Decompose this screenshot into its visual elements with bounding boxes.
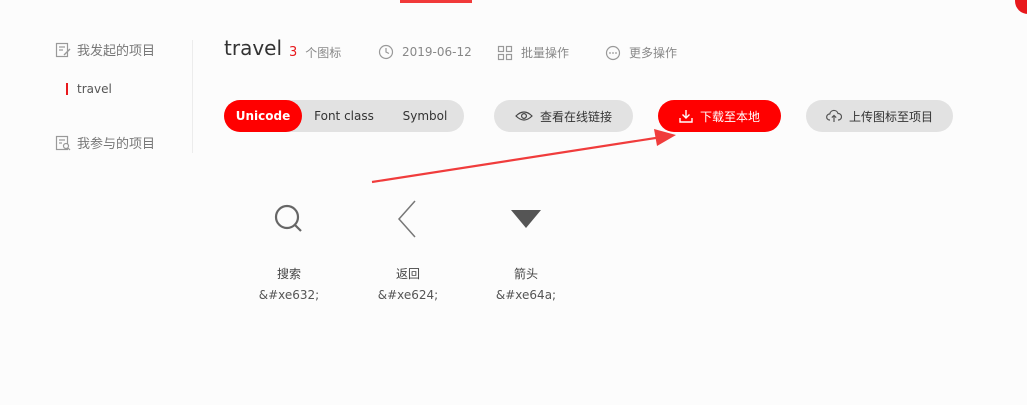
icon-code: &#xe64a; [495,288,557,302]
icon-code: &#xe632; [258,288,320,302]
back-icon [397,200,416,238]
icon-card-back[interactable]: 返回 &#xe624; [368,195,448,302]
icon-name: 箭头 [513,267,538,281]
search-icon [274,204,302,232]
icon-card-arrow[interactable]: 箭头 &#xe64a; [486,195,566,302]
icon-name: 返回 [395,267,420,281]
arrow-down-icon [511,210,541,228]
icon-code: &#xe624; [377,288,439,302]
icon-card-search[interactable]: 搜索 &#xe632; [249,195,329,302]
icon-name: 搜索 [276,267,301,281]
